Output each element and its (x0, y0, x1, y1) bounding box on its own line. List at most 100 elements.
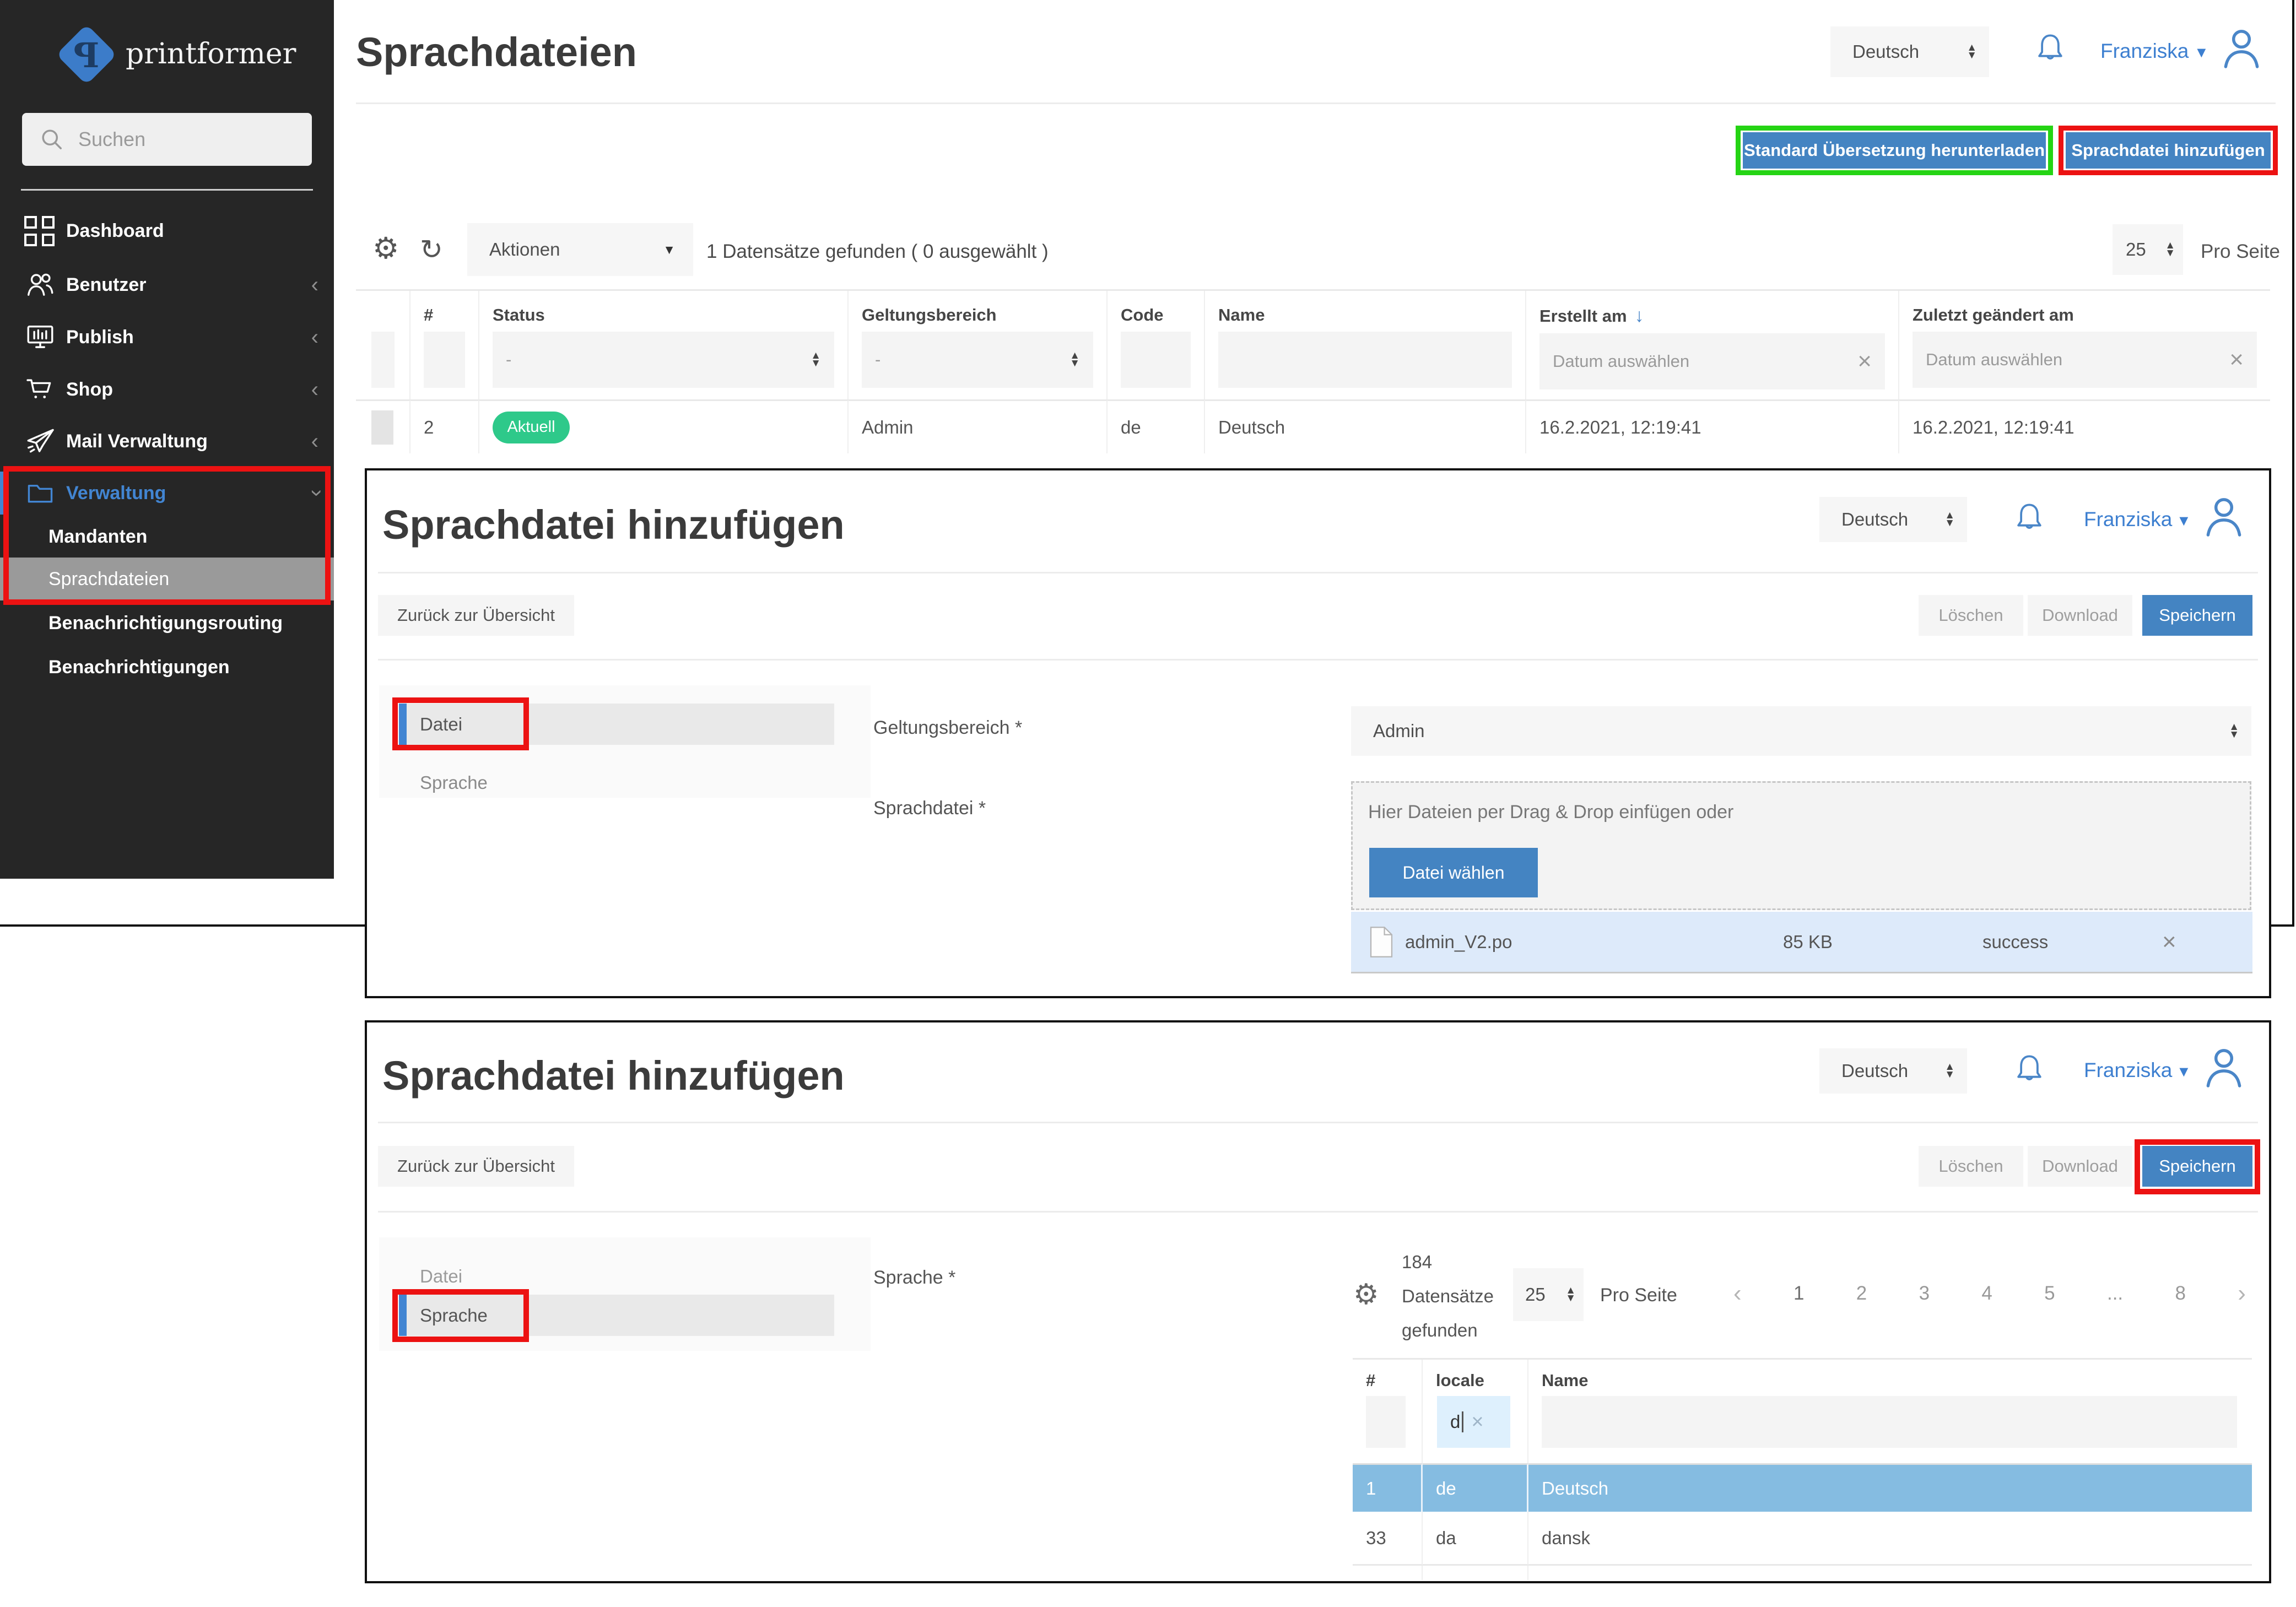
select-arrows-icon: ▲▼ (1565, 1287, 1576, 1302)
selected-row-id-cell[interactable]: 1 (1353, 1463, 1423, 1512)
table-row-checkbox-cell[interactable] (356, 399, 410, 453)
select-arrows-icon: ▲▼ (811, 352, 821, 367)
pager-next-icon[interactable]: › (2238, 1280, 2246, 1307)
back-to-overview-button[interactable]: Zurück zur Übersicht (378, 1146, 574, 1187)
tab-sprache[interactable]: Sprache (420, 772, 488, 793)
column-header-locale[interactable]: locale d × (1423, 1360, 1528, 1463)
column-header-code[interactable]: Code (1108, 291, 1205, 399)
column-header-created[interactable]: Erstellt am↓ Datum auswählen × (1526, 291, 1899, 399)
user-caret-down-icon[interactable]: ▼ (2176, 1063, 2191, 1080)
search-input[interactable] (78, 128, 288, 151)
column-header-status[interactable]: Status - ▲▼ (479, 291, 849, 399)
user-name[interactable]: Franziska (2084, 1059, 2172, 1082)
user-caret-down-icon[interactable]: ▼ (2194, 44, 2209, 61)
sidebar-search[interactable] (22, 113, 312, 166)
language-select[interactable]: Deutsch ▲▼ (1819, 1048, 1967, 1094)
column-header-name[interactable]: Name (1528, 1360, 2252, 1463)
column-header-scope[interactable]: Geltungsbereich - ▲▼ (849, 291, 1108, 399)
locale-filter-input[interactable]: d × (1437, 1396, 1510, 1448)
download-default-translation-button[interactable]: Standard Übersetzung herunterladen (1743, 132, 2046, 169)
selected-row-name-cell[interactable]: Deutsch (1528, 1463, 2252, 1512)
page-2[interactable]: 2 (1856, 1283, 1867, 1305)
row-name-cell[interactable]: dansk (1528, 1512, 2252, 1566)
page-3[interactable]: 3 (1919, 1283, 1930, 1305)
user-avatar-icon[interactable] (2217, 23, 2266, 77)
page-4[interactable]: 4 (1981, 1283, 1992, 1305)
modified-date-filter[interactable]: Datum auswählen × (1913, 332, 2257, 388)
download-button[interactable]: Download (2028, 1146, 2132, 1187)
select-arrows-icon: ▲▼ (1967, 44, 1977, 59)
user-name[interactable]: Franziska (2084, 508, 2172, 531)
refresh-icon[interactable]: ↻ (420, 236, 443, 263)
per-page-select[interactable]: 25 ▲▼ (2113, 224, 2183, 275)
sidebar-item-verwaltung[interactable]: Verwaltung ‹ (0, 472, 334, 515)
choose-file-button[interactable]: Datei wählen (1369, 848, 1538, 897)
notifications-bell-icon[interactable] (2010, 1048, 2049, 1095)
column-header-id[interactable]: # (410, 291, 479, 399)
column-header-id[interactable]: # (1353, 1360, 1423, 1463)
delete-button[interactable]: Löschen (1919, 1146, 2023, 1187)
sidebar-item-mail-verwaltung[interactable]: Mail Verwaltung ‹ (0, 420, 334, 463)
table-settings-gear-icon[interactable]: ⚙ (372, 234, 399, 263)
sidebar-item-mandanten[interactable]: Mandanten (0, 515, 334, 558)
save-button[interactable]: Speichern (2142, 595, 2252, 636)
language-select[interactable]: Deutsch ▲▼ (1830, 26, 1989, 77)
scope-filter-select[interactable]: - ▲▼ (862, 332, 1093, 388)
tab-datei[interactable]: Datei (399, 704, 834, 745)
pager-prev-icon[interactable]: ‹ (1733, 1280, 1742, 1307)
selected-row-locale-cell[interactable]: de (1423, 1463, 1528, 1512)
delete-button[interactable]: Löschen (1919, 595, 2023, 636)
chevron-down-icon: ‹ (311, 482, 318, 504)
download-button[interactable]: Download (2028, 595, 2132, 636)
user-avatar-icon[interactable] (2200, 1042, 2248, 1096)
row-checkbox[interactable] (371, 410, 393, 445)
pagination: ‹ 1 2 3 4 5 ... 8 › (1733, 1277, 2246, 1310)
id-filter-input[interactable] (424, 332, 465, 388)
sidebar-item-dashboard[interactable]: Dashboard (0, 209, 334, 252)
page-5[interactable]: 5 (2044, 1283, 2055, 1305)
uploaded-file-name: admin_V2.po (1405, 932, 1512, 953)
page-1[interactable]: 1 (1793, 1283, 1804, 1305)
table-settings-gear-icon[interactable]: ⚙ (1353, 1280, 1379, 1309)
column-header-name[interactable]: Name (1205, 291, 1526, 399)
clear-filter-icon[interactable]: × (1471, 1410, 1483, 1434)
per-page-select[interactable]: 25 ▲▼ (1513, 1268, 1584, 1321)
sidebar-item-shop[interactable]: Shop ‹ (0, 368, 334, 411)
select-all-checkbox[interactable] (371, 332, 395, 388)
sidebar-item-benutzer[interactable]: Benutzer ‹ (0, 263, 334, 306)
sidebar-item-sprachdateien[interactable]: Sprachdateien (0, 558, 334, 600)
notifications-bell-icon[interactable] (2010, 497, 2049, 544)
clear-filter-icon[interactable]: × (2229, 346, 2244, 374)
back-to-overview-button[interactable]: Zurück zur Übersicht (378, 595, 574, 636)
tab-sprache[interactable]: Sprache (399, 1295, 834, 1336)
user-name[interactable]: Franziska (2100, 40, 2189, 63)
sidebar-item-publish[interactable]: Publish ‹ (0, 316, 334, 359)
clear-filter-icon[interactable]: × (1857, 348, 1872, 375)
actions-dropdown[interactable]: Aktionen ▼ (467, 223, 693, 276)
user-avatar-icon[interactable] (2200, 491, 2248, 545)
file-dropzone[interactable]: Hier Dateien per Drag & Drop einfügen od… (1351, 781, 2251, 910)
row-locale-cell[interactable]: da (1423, 1512, 1528, 1566)
sidebar-item-benachrichtigungen[interactable]: Benachrichtigungen (0, 646, 334, 689)
notifications-bell-icon[interactable] (2031, 28, 2070, 74)
name-filter-input[interactable] (1218, 332, 1512, 388)
language-select[interactable]: Deutsch ▲▼ (1819, 497, 1967, 542)
chevron-left-icon: ‹ (311, 378, 318, 401)
user-caret-down-icon[interactable]: ▼ (2176, 512, 2191, 529)
scope-select[interactable]: Admin ▲▼ (1351, 706, 2251, 756)
remove-file-icon[interactable]: × (2162, 928, 2176, 956)
column-header-modified[interactable]: Zuletzt geändert am Datum auswählen × (1899, 291, 2270, 399)
code-filter-input[interactable] (1121, 332, 1191, 388)
status-filter-select[interactable]: - ▲▼ (493, 332, 834, 388)
tab-datei[interactable]: Datei (420, 1266, 462, 1287)
sort-desc-icon: ↓ (1635, 305, 1644, 326)
id-filter-input[interactable] (1366, 1396, 1406, 1448)
row-id-cell[interactable]: 33 (1353, 1512, 1423, 1566)
page-8[interactable]: 8 (2175, 1283, 2185, 1305)
save-button[interactable]: Speichern (2142, 1146, 2252, 1187)
page-title: Sprachdateien (356, 29, 637, 75)
sidebar-item-benachrichtigungsrouting[interactable]: Benachrichtigungsrouting (0, 602, 334, 645)
add-language-file-button[interactable]: Sprachdatei hinzufügen (2066, 132, 2271, 169)
name-filter-input[interactable] (1542, 1396, 2237, 1448)
created-date-filter[interactable]: Datum auswählen × (1539, 333, 1885, 389)
